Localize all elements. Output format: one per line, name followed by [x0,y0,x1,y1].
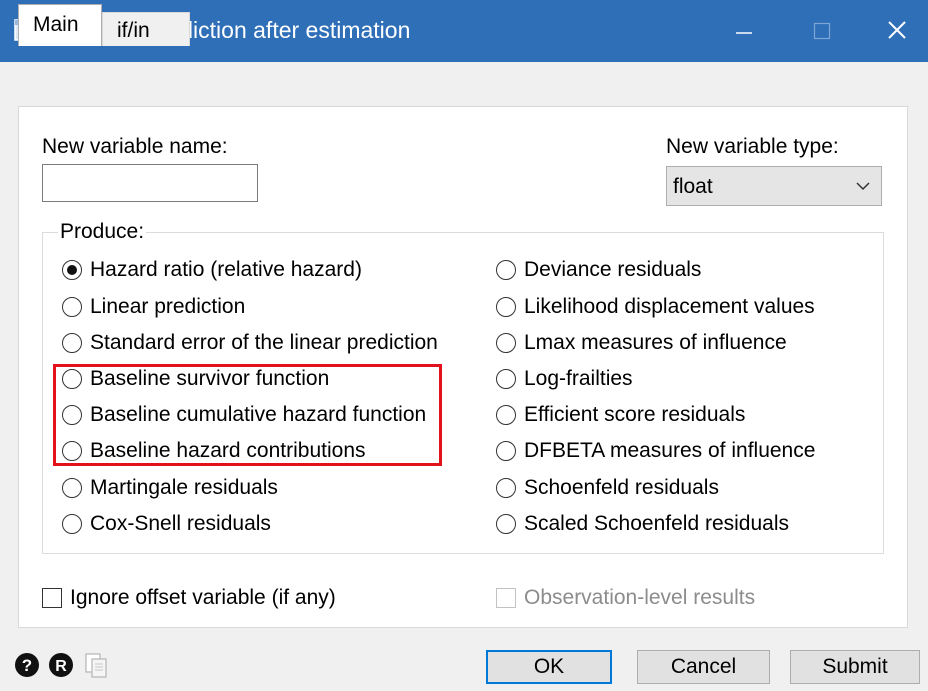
chevron-down-icon [856,182,870,191]
checkbox-icon [496,588,516,608]
close-icon [888,21,906,39]
ok-button[interactable]: OK [486,650,612,684]
radio-label: Hazard ratio (relative hazard) [90,258,362,281]
new-variable-type-value: float [673,175,713,198]
produce-group-label: Produce: [58,219,147,245]
radio-label: Linear prediction [90,295,246,318]
new-variable-type-label: New variable type: [666,135,839,158]
radio-icon [496,478,516,498]
radio-label: Cox-Snell residuals [90,512,271,535]
highlight-box [53,364,442,466]
reset-icon[interactable]: R [48,652,74,678]
radio-label: Efficient score residuals [524,403,746,426]
radio-icon [496,260,516,280]
radio-icon [496,369,516,389]
radio-icon [62,333,82,353]
radio-icon [496,514,516,534]
radio-icon [62,297,82,317]
radio-icon [496,297,516,317]
radio-label: DFBETA measures of influence [524,439,816,462]
svg-text:R: R [55,658,67,675]
submit-button[interactable]: Submit [790,650,920,684]
predict-dialog: predict - Prediction after estimation Ma… [0,0,928,691]
observation-level-label: Observation-level results [524,586,756,609]
minimize-icon [736,32,752,34]
close-button[interactable] [868,0,928,62]
minimize-button[interactable] [714,0,774,62]
radio-label: Deviance residuals [524,258,702,281]
radio-label: Likelihood displacement values [524,295,815,318]
tab-main[interactable]: Main [18,4,102,46]
maximize-button [792,0,852,62]
radio-icon [62,478,82,498]
radio-label: Log-frailties [524,367,633,390]
checkbox-icon [42,588,62,608]
radio-icon [496,441,516,461]
radio-label: Scaled Schoenfeld residuals [524,512,790,535]
help-icon[interactable]: ? [14,652,40,678]
maximize-icon [813,22,831,40]
radio-label: Schoenfeld residuals [524,476,719,499]
ignore-offset-label: Ignore offset variable (if any) [70,586,336,609]
radio-label: Standard error of the linear prediction [90,331,438,354]
radio-icon [62,514,82,534]
radio-label: Lmax measures of influence [524,331,787,354]
copy-icon[interactable] [84,652,110,678]
radio-icon [496,333,516,353]
new-variable-name-input[interactable] [42,164,258,202]
new-variable-name-label: New variable name: [42,135,228,158]
tab-if-in[interactable]: if/in [102,12,190,46]
new-variable-type-select[interactable]: float [666,166,882,206]
cancel-button[interactable]: Cancel [637,650,770,684]
radio-label: Martingale residuals [90,476,278,499]
svg-text:?: ? [22,656,32,675]
radio-selected-icon [62,260,82,280]
radio-icon [496,405,516,425]
